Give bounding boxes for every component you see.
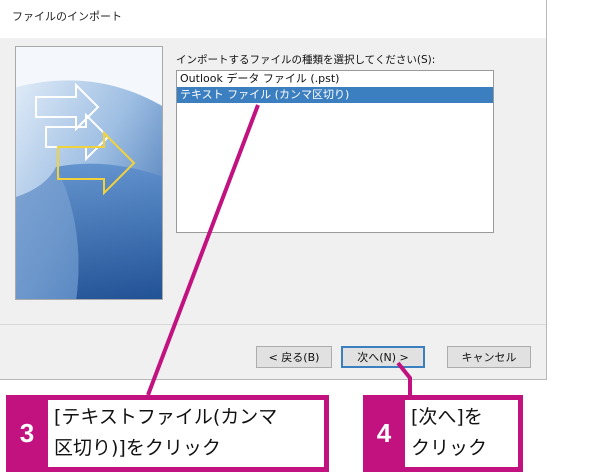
step-number: 4 bbox=[376, 418, 392, 448]
wizard-graphic bbox=[15, 46, 163, 300]
divider bbox=[0, 324, 546, 325]
file-type-prompt: インポートするファイルの種類を選択してください(S): bbox=[176, 54, 436, 66]
back-button[interactable]: < 戻る(B) bbox=[256, 346, 332, 368]
step-instruction: [テキストファイル(カンマ 区切り)]をクリック bbox=[48, 400, 324, 467]
next-button[interactable]: 次へ(N) > bbox=[341, 346, 425, 368]
callout-step-3: 3 [テキストファイル(カンマ 区切り)]をクリック bbox=[6, 395, 329, 472]
step-instruction: [次へ]を クリック bbox=[405, 400, 518, 467]
file-type-listbox[interactable]: Outlook データ ファイル (.pst) テキスト ファイル (カンマ区切… bbox=[176, 70, 494, 233]
import-dialog: ファイルのインポート インポートするファイルの種類を選択してください(S): O… bbox=[0, 0, 547, 380]
step-number: 3 bbox=[19, 418, 35, 448]
cancel-button[interactable]: キャンセル bbox=[447, 346, 531, 368]
wizard-arrows-icon bbox=[16, 47, 162, 299]
dialog-panel: インポートするファイルの種類を選択してください(S): Outlook データ … bbox=[0, 38, 546, 379]
callout-step-4: 4 [次へ]を クリック bbox=[363, 395, 523, 472]
list-item-csv[interactable]: テキスト ファイル (カンマ区切り) bbox=[177, 87, 493, 103]
list-item-pst[interactable]: Outlook データ ファイル (.pst) bbox=[177, 71, 493, 87]
dialog-title: ファイルのインポート bbox=[12, 10, 122, 23]
